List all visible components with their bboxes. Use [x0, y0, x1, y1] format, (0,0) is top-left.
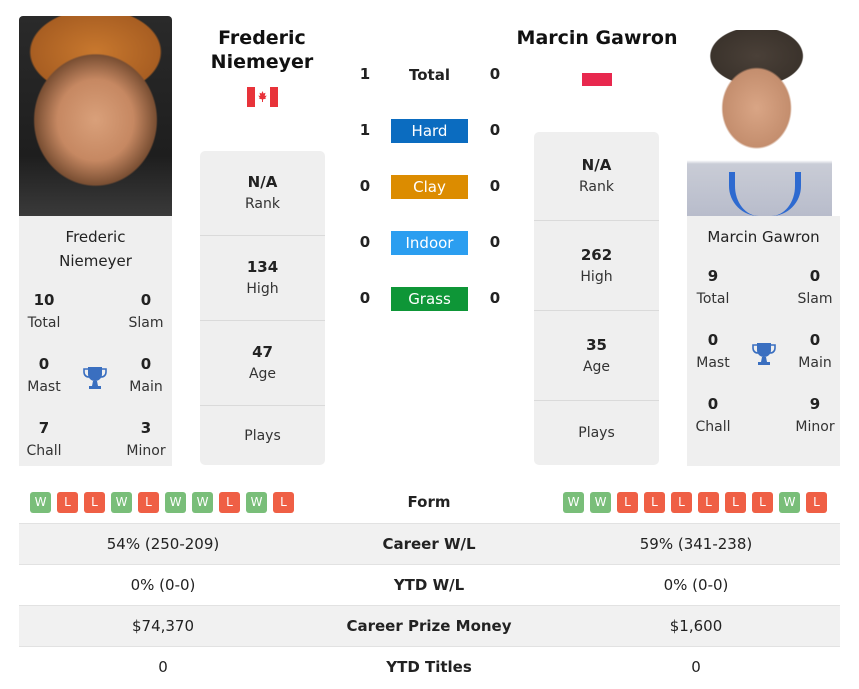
- player2-stats-panel: N/A Rank 262 High 35 Age Plays: [534, 132, 659, 465]
- form-win-badge[interactable]: W: [165, 492, 186, 513]
- career-prize-label: Career Prize Money: [346, 617, 512, 635]
- player1-h2h-count: 1: [359, 121, 371, 139]
- form-win-badge[interactable]: W: [246, 492, 267, 513]
- form-loss-badge[interactable]: L: [671, 492, 692, 513]
- player2-h2h-count: 0: [489, 233, 501, 251]
- form-label: Form: [407, 493, 451, 511]
- form-loss-badge[interactable]: L: [725, 492, 746, 513]
- player2-card: Marcin Gawron 9 Total 0 Slam 0 Mast 0 Ma…: [687, 216, 840, 466]
- player1-form: WLLWLWWLWL: [30, 492, 294, 513]
- h2h-row-grass: 0 Grass 0: [355, 287, 505, 311]
- career-wl-row: 54% (250-209) Career W/L 59% (341-238): [19, 523, 840, 564]
- player2-name-heading[interactable]: Marcin Gawron: [505, 26, 689, 50]
- ytd-titles-row: 0 YTD Titles 0: [19, 646, 840, 687]
- player2-titles: 9 Total 0 Slam 0 Mast 0 Main 0 Chall 9 M…: [687, 262, 840, 462]
- player1-ytd-titles: 0: [158, 658, 168, 676]
- stat-high: 134 High: [200, 236, 325, 321]
- h2h-row-hard: 1 Hard 0: [355, 119, 505, 143]
- form-row: WLLWLWWLWL Form WWLLLLLLWL: [19, 482, 840, 523]
- ytd-wl-row: 0% (0-0) YTD W/L 0% (0-0): [19, 564, 840, 605]
- stat-plays: Plays: [578, 425, 615, 441]
- player2-h2h-count: 0: [489, 289, 501, 307]
- player1-name-heading[interactable]: Frederic Niemeyer: [192, 26, 332, 74]
- player1-h2h-count: 0: [359, 177, 371, 195]
- trophy-icon: [752, 341, 776, 367]
- player2-ytd-titles: 0: [691, 658, 701, 676]
- stat-rank: N/A Rank: [534, 132, 659, 221]
- player2-h2h-count: 0: [489, 65, 501, 83]
- surface-indoor-label[interactable]: Indoor: [391, 231, 468, 255]
- stat-age: 47 Age: [200, 321, 325, 406]
- player1-h2h-count: 0: [359, 233, 371, 251]
- player1-photo[interactable]: [19, 16, 172, 216]
- player1-titles: 10 Total 0 Slam 0 Mast 0 Main 7 Chall 3 …: [19, 286, 172, 466]
- canada-flag-icon: [247, 87, 278, 107]
- player2-form: WWLLLLLLWL: [563, 492, 827, 513]
- titles-mast: 0 Mast: [696, 331, 730, 371]
- poland-flag-icon: [582, 71, 612, 86]
- stat-high: 262 High: [534, 221, 659, 311]
- player2-career-prize: $1,600: [669, 617, 723, 635]
- surface-clay-label[interactable]: Clay: [391, 175, 468, 199]
- form-loss-badge[interactable]: L: [806, 492, 827, 513]
- player2-h2h-count: 0: [489, 121, 501, 139]
- player2-h2h-count: 0: [489, 177, 501, 195]
- career-prize-row: $74,370 Career Prize Money $1,600: [19, 605, 840, 646]
- stat-age: 35 Age: [534, 311, 659, 401]
- form-loss-badge[interactable]: L: [698, 492, 719, 513]
- stat-plays: Plays: [244, 427, 281, 444]
- form-win-badge[interactable]: W: [111, 492, 132, 513]
- titles-chall: 0 Chall: [695, 395, 731, 435]
- player1-career-prize: $74,370: [131, 617, 195, 635]
- h2h-row-total: 1 Total 0: [355, 63, 505, 87]
- form-win-badge[interactable]: W: [30, 492, 51, 513]
- player1-h2h-count: 1: [359, 65, 371, 83]
- form-loss-badge[interactable]: L: [84, 492, 105, 513]
- titles-slam: 0 Slam: [797, 267, 833, 307]
- titles-mast: 0 Mast: [27, 355, 61, 395]
- form-loss-badge[interactable]: L: [752, 492, 773, 513]
- form-loss-badge[interactable]: L: [617, 492, 638, 513]
- form-loss-badge[interactable]: L: [273, 492, 294, 513]
- player1-ytd-wl: 0% (0-0): [130, 576, 196, 594]
- stat-rank: N/A Rank: [200, 151, 325, 236]
- form-win-badge[interactable]: W: [192, 492, 213, 513]
- titles-chall: 7 Chall: [26, 419, 62, 459]
- form-loss-badge[interactable]: L: [57, 492, 78, 513]
- player2-photo[interactable]: [687, 30, 832, 216]
- form-loss-badge[interactable]: L: [644, 492, 665, 513]
- ytd-wl-label: YTD W/L: [393, 576, 465, 594]
- player1-card: Frederic Niemeyer 10 Total 0 Slam 0 Mast…: [19, 216, 172, 466]
- titles-minor: 3 Minor: [126, 419, 166, 459]
- titles-total: 9 Total: [696, 267, 730, 307]
- player1-stats-panel: N/A Rank 134 High 47 Age Plays: [200, 151, 325, 465]
- player2-ytd-wl: 0% (0-0): [663, 576, 729, 594]
- surface-total-label[interactable]: Total: [391, 63, 468, 87]
- titles-slam: 0 Slam: [128, 291, 164, 331]
- career-wl-label: Career W/L: [382, 535, 476, 553]
- titles-total: 10 Total: [27, 291, 61, 331]
- h2h-row-clay: 0 Clay 0: [355, 175, 505, 199]
- form-win-badge[interactable]: W: [779, 492, 800, 513]
- player2-card-name[interactable]: Marcin Gawron: [687, 216, 840, 249]
- surface-hard-label[interactable]: Hard: [391, 119, 468, 143]
- surface-grass-label[interactable]: Grass: [391, 287, 468, 311]
- form-win-badge[interactable]: W: [590, 492, 611, 513]
- titles-minor: 9 Minor: [795, 395, 835, 435]
- player1-card-name[interactable]: Frederic Niemeyer: [19, 216, 172, 273]
- player1-h2h-count: 0: [359, 289, 371, 307]
- comparison-table: WLLWLWWLWL Form WWLLLLLLWL 54% (250-209)…: [19, 482, 840, 687]
- player2-career-wl: 59% (341-238): [639, 535, 753, 553]
- h2h-row-indoor: 0 Indoor 0: [355, 231, 505, 255]
- form-win-badge[interactable]: W: [563, 492, 584, 513]
- trophy-icon: [83, 365, 107, 391]
- titles-main: 0 Main: [129, 355, 163, 395]
- titles-main: 0 Main: [798, 331, 832, 371]
- form-loss-badge[interactable]: L: [219, 492, 240, 513]
- ytd-titles-label: YTD Titles: [386, 658, 472, 676]
- form-loss-badge[interactable]: L: [138, 492, 159, 513]
- player1-career-wl: 54% (250-209): [106, 535, 220, 553]
